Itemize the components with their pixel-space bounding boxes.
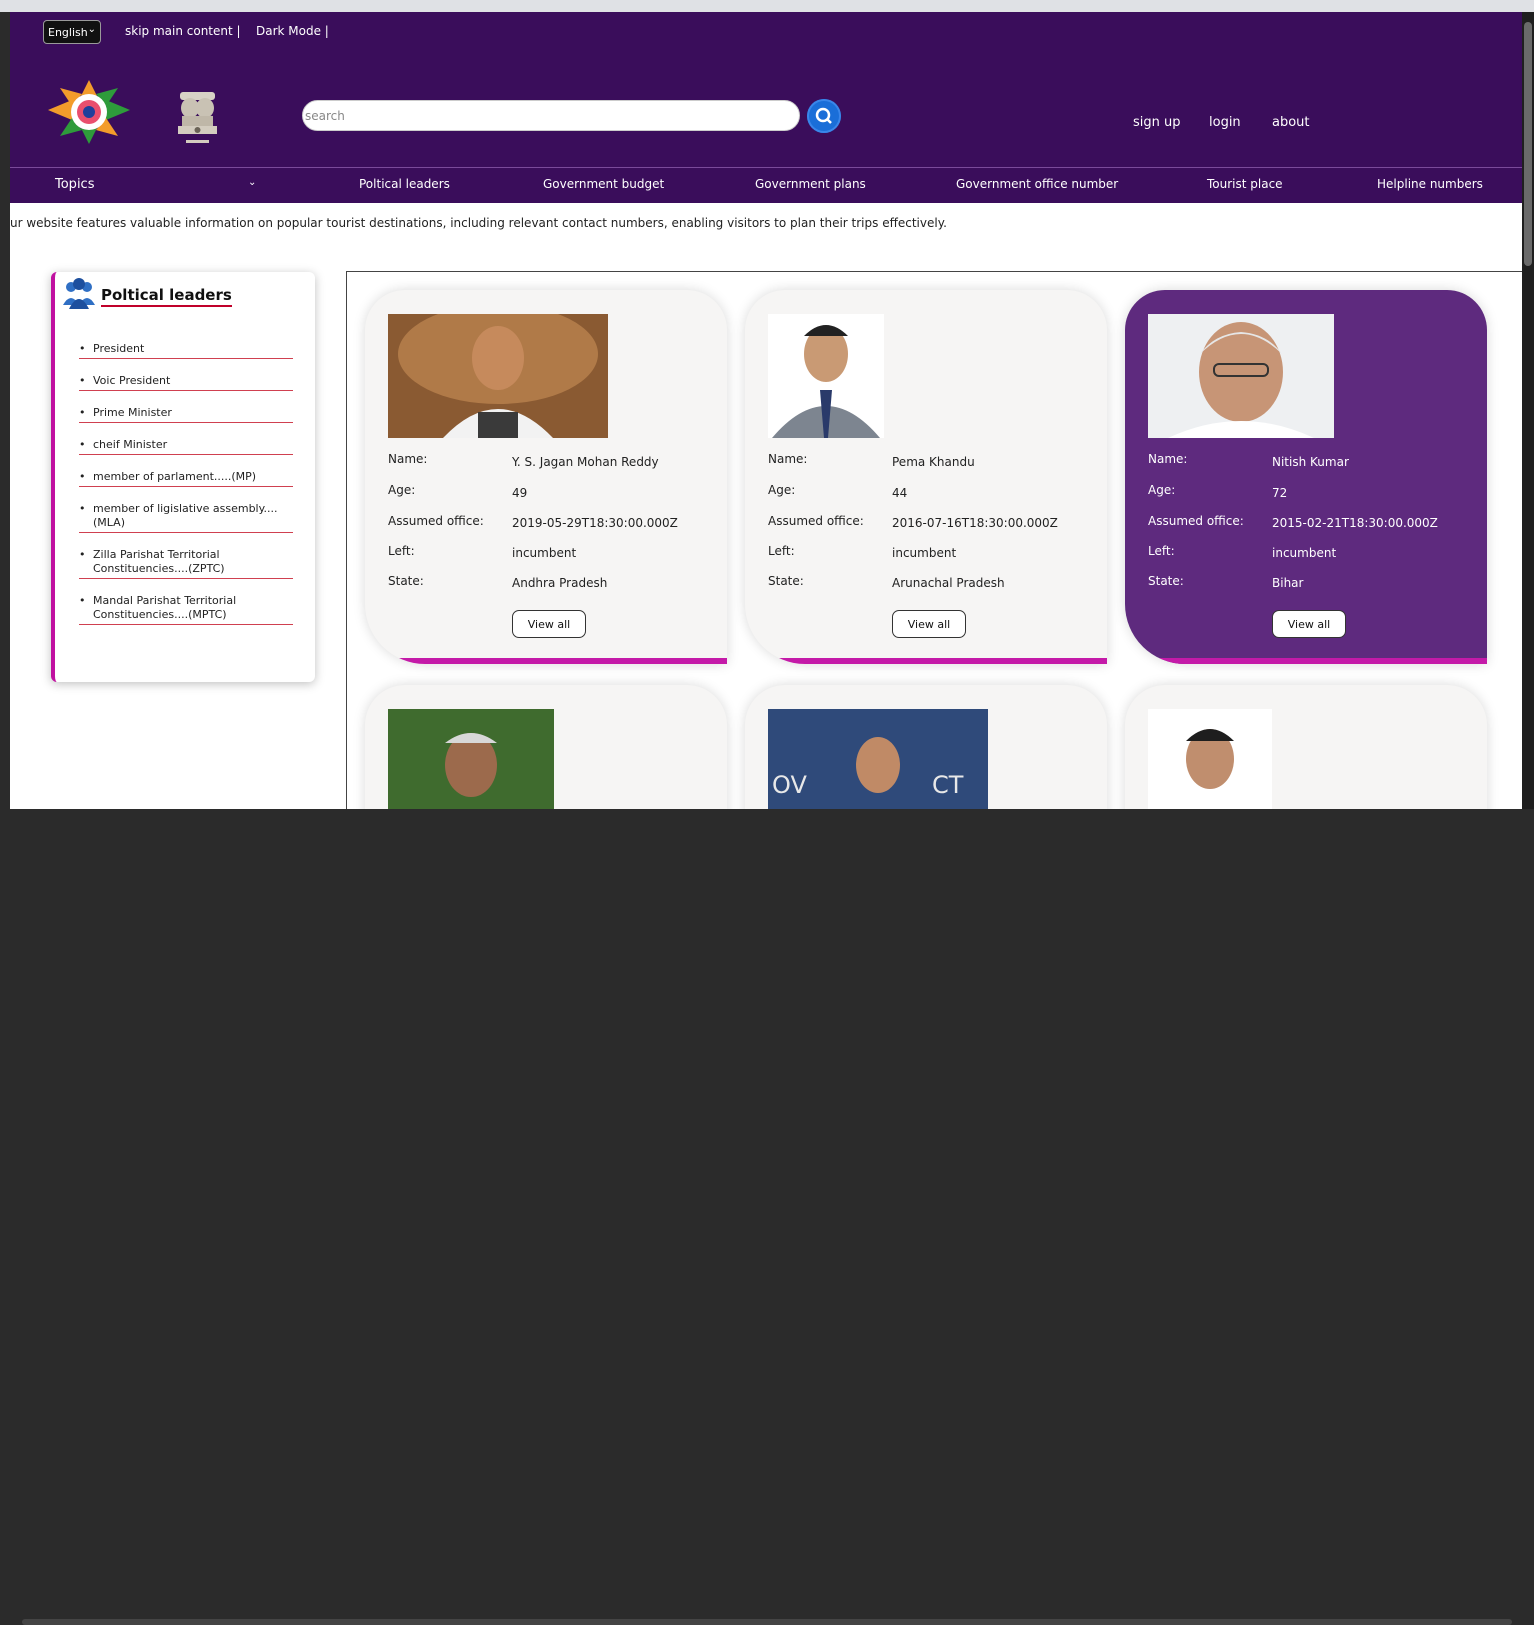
site-header: English ⌄ skip main content | Dark Mode … [10, 12, 1522, 167]
language-select[interactable]: English ⌄ [43, 20, 101, 44]
search-input[interactable]: search [302, 100, 800, 131]
assumed-office-label: Assumed office: [1148, 514, 1244, 528]
name-label: Name: [388, 452, 428, 466]
nav-government-office-number[interactable]: Government office number [956, 177, 1118, 191]
name-label: Name: [768, 452, 808, 466]
leader-card [365, 685, 727, 809]
sidebar-title: Poltical leaders [101, 286, 232, 307]
left-label: Left: [768, 544, 795, 558]
age-value: 44 [892, 486, 908, 500]
topics-dropdown[interactable]: Topics [55, 177, 94, 192]
leader-photo [388, 709, 554, 809]
leader-photo [1148, 314, 1334, 438]
assumed-office-value: 2015-02-21T18:30:00.000Z [1272, 516, 1438, 530]
card-accent-bar [1125, 658, 1487, 664]
skip-main-content-link[interactable]: skip main content | [125, 24, 241, 38]
view-all-button[interactable]: View all [512, 610, 586, 638]
age-label: Age: [388, 483, 416, 497]
leader-card: Name: Pema Khandu Age: 44 Assumed office… [745, 290, 1107, 664]
vertical-scrollbar[interactable] [1522, 12, 1534, 809]
leader-photo [388, 314, 608, 438]
name-label: Name: [1148, 452, 1188, 466]
age-label: Age: [768, 483, 796, 497]
site-logo [48, 80, 130, 144]
sidebar-item-mptc[interactable]: Mandal Parishat Territorial Constituenci… [79, 594, 293, 625]
chevron-down-icon[interactable]: ⌄ [248, 177, 256, 188]
state-value: Arunachal Pradesh [892, 576, 1005, 590]
view-all-button[interactable]: View all [892, 610, 966, 638]
nav-tourist-place[interactable]: Tourist place [1207, 177, 1283, 191]
leader-photo: OV CT [768, 709, 988, 809]
age-value: 72 [1272, 486, 1288, 500]
leader-photo [1148, 709, 1272, 809]
card-accent-bar [745, 658, 1107, 664]
left-label: Left: [1148, 544, 1175, 558]
state-value: Andhra Pradesh [512, 576, 608, 590]
main-navbar: Topics ⌄ Poltical leaders Government bud… [10, 167, 1522, 203]
name-value: Pema Khandu [892, 455, 975, 469]
card-accent-bar [365, 658, 727, 664]
search-placeholder: search [305, 108, 345, 123]
marquee-text: ur website features valuable information… [10, 216, 947, 230]
leader-card: Name: Y. S. Jagan Mohan Reddy Age: 49 As… [365, 290, 727, 664]
sidebar-item-vice-president[interactable]: Voic President [79, 374, 293, 391]
people-group-icon [63, 278, 95, 309]
about-link[interactable]: about [1272, 115, 1310, 130]
svg-text:OV: OV [772, 771, 807, 799]
assumed-office-label: Assumed office: [388, 514, 484, 528]
state-label: State: [768, 574, 804, 588]
assumed-office-value: 2019-05-29T18:30:00.000Z [512, 516, 678, 530]
state-label: State: [388, 574, 424, 588]
left-label: Left: [388, 544, 415, 558]
leader-card: OV CT [745, 685, 1107, 809]
browser-toolbar [0, 0, 1534, 12]
window-bottom-edge [0, 809, 1534, 1625]
chevron-down-icon: ⌄ [87, 24, 96, 35]
page-viewport: English ⌄ skip main content | Dark Mode … [10, 12, 1522, 809]
leader-card [1125, 685, 1487, 809]
search-icon [815, 107, 832, 124]
nav-government-budget[interactable]: Government budget [543, 177, 664, 191]
language-value: English [48, 25, 88, 39]
sidebar-item-mp[interactable]: member of parlament.....(MP) [79, 470, 293, 487]
nav-government-plans[interactable]: Government plans [755, 177, 866, 191]
horizontal-scrollbar[interactable] [22, 1619, 1512, 1625]
name-value: Y. S. Jagan Mohan Reddy [512, 455, 659, 469]
state-value: Bihar [1272, 576, 1304, 590]
sidebar-item-prime-minister[interactable]: Prime Minister [79, 406, 293, 423]
sidebar-panel: Poltical leaders President Voic Presiden… [51, 272, 315, 682]
sign-up-link[interactable]: sign up [1133, 115, 1181, 130]
sidebar-item-zptc[interactable]: Zilla Parishat Territorial Constituencie… [79, 548, 293, 579]
svg-text:CT: CT [932, 771, 964, 799]
assumed-office-label: Assumed office: [768, 514, 864, 528]
state-label: State: [1148, 574, 1184, 588]
left-value: incumbent [1272, 546, 1337, 560]
search-button[interactable] [807, 99, 841, 133]
dark-mode-link[interactable]: Dark Mode | [256, 24, 329, 38]
left-value: incumbent [892, 546, 957, 560]
sidebar-item-chief-minister[interactable]: cheif Minister [79, 438, 293, 455]
left-value: incumbent [512, 546, 577, 560]
name-value: Nitish Kumar [1272, 455, 1349, 469]
nav-helpline-numbers[interactable]: Helpline numbers [1377, 177, 1483, 191]
leaders-cards-area: Name: Y. S. Jagan Mohan Reddy Age: 49 As… [346, 271, 1522, 809]
assumed-office-value: 2016-07-16T18:30:00.000Z [892, 516, 1058, 530]
nav-political-leaders[interactable]: Poltical leaders [359, 177, 450, 191]
leader-card-highlighted: Name: Nitish Kumar Age: 72 Assumed offic… [1125, 290, 1487, 664]
login-link[interactable]: login [1209, 115, 1241, 130]
age-value: 49 [512, 486, 528, 500]
scrollbar-thumb[interactable] [1524, 22, 1532, 266]
view-all-button[interactable]: View all [1272, 610, 1346, 638]
leader-photo [768, 314, 884, 438]
sidebar-list: President Voic President Prime Minister … [79, 342, 293, 640]
sidebar-item-president[interactable]: President [79, 342, 293, 359]
national-emblem-icon [178, 92, 217, 143]
sidebar-item-mla[interactable]: member of ligislative assembly....(MLA) [79, 502, 293, 533]
age-label: Age: [1148, 483, 1176, 497]
